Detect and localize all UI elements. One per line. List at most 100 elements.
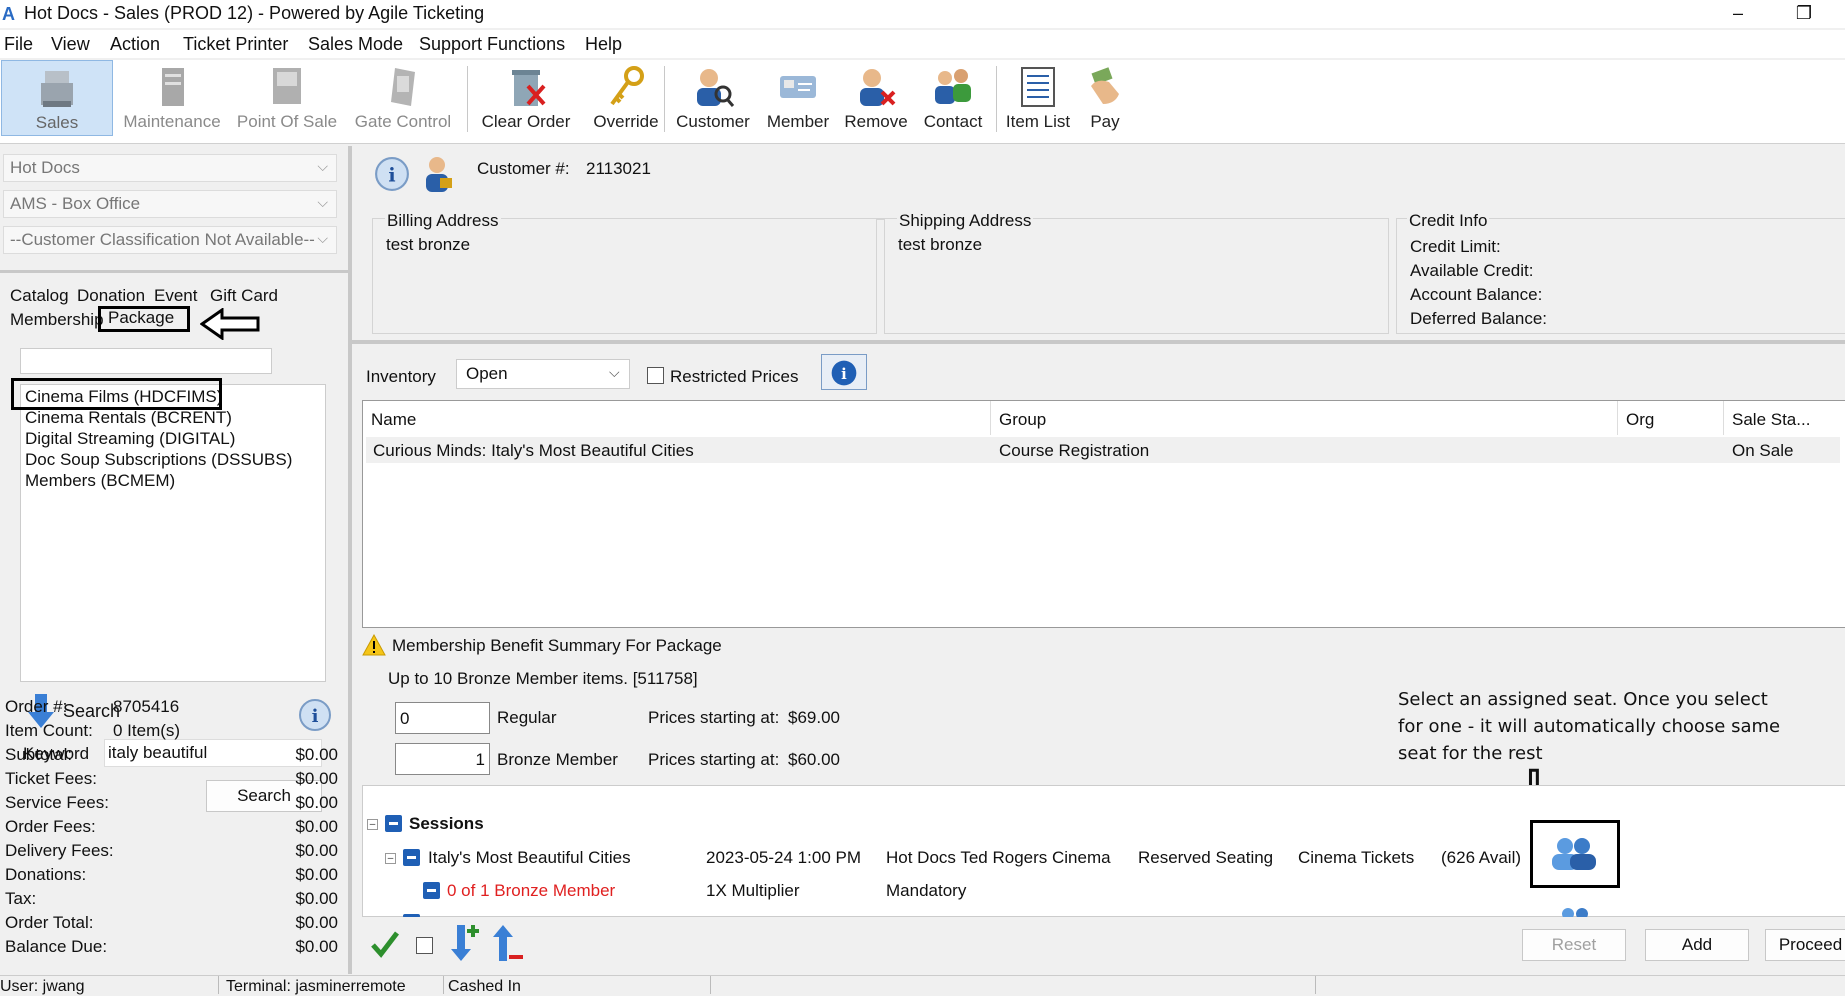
server-icon [162, 68, 184, 106]
gate-control-button[interactable]: Gate Control [348, 60, 458, 136]
point-of-sale-button[interactable]: Point Of Sale [232, 60, 342, 136]
remove-button[interactable]: Remove [840, 60, 912, 136]
member-card-icon [780, 76, 816, 98]
restricted-prices-label: Restricted Prices [670, 367, 799, 386]
customer-button[interactable]: Customer [672, 60, 754, 136]
order-row: Tax: $0.00 [5, 889, 338, 910]
restricted-prices-checkbox[interactable] [647, 367, 664, 384]
tab-event[interactable]: Event [154, 286, 197, 306]
contact-button[interactable]: Contact [916, 60, 990, 136]
location-select[interactable]: AMS - Box Office ⌵ [3, 190, 337, 218]
credit-info-group: Credit Info Credit Limit: Available Cred… [1396, 211, 1845, 334]
warning-icon [362, 634, 386, 656]
session-ticket-type: Cinema Tickets [1298, 848, 1415, 867]
session-name[interactable]: Italy's Most Beautiful Cities [428, 848, 631, 868]
sales-button[interactable]: Sales [1, 60, 113, 136]
reset-button[interactable]: Reset [1522, 929, 1626, 961]
collapse-all-icon[interactable] [489, 923, 529, 963]
clear-order-label: Clear Order [481, 112, 571, 131]
uncheck-all-checkbox[interactable] [416, 937, 433, 954]
item-list-button[interactable]: Item List [1002, 60, 1074, 136]
tab-donation[interactable]: Donation [77, 286, 145, 306]
inventory-filter-select[interactable]: Open ⌵ [456, 359, 630, 389]
proceed-button[interactable]: Proceed [1765, 929, 1845, 961]
select-seat-icon[interactable] [1548, 834, 1600, 874]
list-item[interactable]: Doc Soup Subscriptions (DSSUBS) [25, 450, 292, 470]
menu-ticket-printer[interactable]: Ticket Printer [183, 34, 288, 55]
add-button[interactable]: Add [1645, 929, 1749, 961]
splitter[interactable] [352, 340, 1845, 344]
tab-gift-card[interactable]: Gift Card [210, 286, 278, 306]
tab-membership[interactable]: Membership [10, 310, 104, 330]
toolbar-separator [664, 66, 665, 132]
package-filter-input[interactable] [20, 348, 272, 374]
splitter[interactable] [348, 146, 352, 974]
override-button[interactable]: Override [582, 60, 670, 136]
order-row-label: Order Fees: [5, 817, 96, 836]
pay-button[interactable]: Pay [1080, 60, 1130, 136]
annotation-text: Select an assigned seat. Once you select… [1398, 689, 1781, 764]
menu-help[interactable]: Help [585, 34, 622, 55]
order-number: 8705416 [113, 697, 180, 716]
left-arrow-icon [200, 308, 260, 340]
pay-label: Pay [1090, 112, 1120, 131]
toolbar-separator [996, 66, 997, 132]
organization-select[interactable]: Hot Docs ⌵ [3, 154, 337, 182]
bronze-member-quantity-input[interactable]: 1 [395, 743, 490, 775]
regular-quantity-input[interactable]: 0 [395, 702, 490, 734]
inventory-info-button[interactable]: i [821, 354, 867, 390]
expand-all-icon[interactable] [447, 923, 481, 963]
svg-text:i: i [841, 366, 847, 383]
order-row-value: $0.00 [295, 841, 338, 860]
status-separator [443, 976, 444, 994]
menu-action[interactable]: Action [110, 34, 160, 55]
classification-select[interactable]: --Customer Classification Not Available-… [3, 226, 337, 254]
list-item[interactable]: Digital Streaming (DIGITAL) [25, 429, 235, 449]
status-separator [1315, 976, 1316, 994]
order-row: Subtotal: $0.00 [5, 745, 338, 766]
column-header-sale-status[interactable]: Sale Sta... [1724, 401, 1845, 435]
restore-button[interactable]: ❐ [1784, 0, 1824, 28]
regular-price: $69.00 [788, 708, 840, 727]
menu-view[interactable]: View [51, 34, 90, 55]
session-toggle[interactable] [403, 849, 420, 866]
column-header-group[interactable]: Group [991, 401, 1618, 435]
order-row-value: $0.00 [295, 937, 338, 956]
member-line-toggle[interactable] [423, 882, 440, 899]
inventory-grid: Name Group Org Sale Sta... Curious Minds… [362, 400, 1845, 628]
order-row-value: $0.00 [295, 745, 338, 764]
clear-order-button[interactable]: Clear Order [476, 60, 576, 136]
minimize-button[interactable]: – [1718, 0, 1758, 28]
available-credit-label: Available Credit: [1410, 261, 1534, 280]
menu-support-functions[interactable]: Support Functions [419, 34, 565, 55]
scanner-icon [391, 68, 415, 106]
table-row[interactable]: Curious Minds: Italy's Most Beautiful Ci… [366, 437, 1840, 463]
menu-file[interactable]: File [4, 34, 33, 55]
maintenance-button[interactable]: Maintenance [118, 60, 226, 136]
remove-user-icon [860, 69, 896, 106]
tab-catalog[interactable]: Catalog [10, 286, 69, 306]
order-row-value: $0.00 [295, 889, 338, 908]
order-info-icon[interactable]: i [298, 698, 332, 732]
order-row: Donations: $0.00 [5, 865, 338, 886]
sessions-group-toggle[interactable] [385, 815, 402, 832]
sales-label: Sales [35, 113, 79, 132]
member-button[interactable]: Member [760, 60, 836, 136]
toolbar: Sales Maintenance Point Of Sale Gate Con… [0, 60, 1845, 144]
menu-sales-mode[interactable]: Sales Mode [308, 34, 403, 55]
tree-collapse-toggle[interactable]: – [367, 819, 378, 830]
billing-address-value: test bronze [386, 235, 471, 254]
list-item[interactable]: Members (BCMEM) [25, 471, 175, 491]
pos-terminal-icon [273, 68, 301, 104]
list-item[interactable]: Cinema Rentals (BCRENT) [25, 408, 232, 428]
order-row: Delivery Fees: $0.00 [5, 841, 338, 862]
column-header-name[interactable]: Name [363, 401, 991, 435]
tree-collapse-toggle[interactable]: – [385, 853, 396, 864]
customer-info-icon[interactable]: i [374, 156, 410, 192]
check-all-icon[interactable] [370, 929, 400, 959]
customer-number-label: Customer #: [477, 159, 570, 178]
column-header-org[interactable]: Org [1618, 401, 1724, 435]
session-multiplier: 1X Multiplier [706, 881, 800, 900]
member-line: 0 of 1 Bronze Member [447, 881, 616, 900]
action-bar: Reset Add Proceed [352, 917, 1845, 973]
